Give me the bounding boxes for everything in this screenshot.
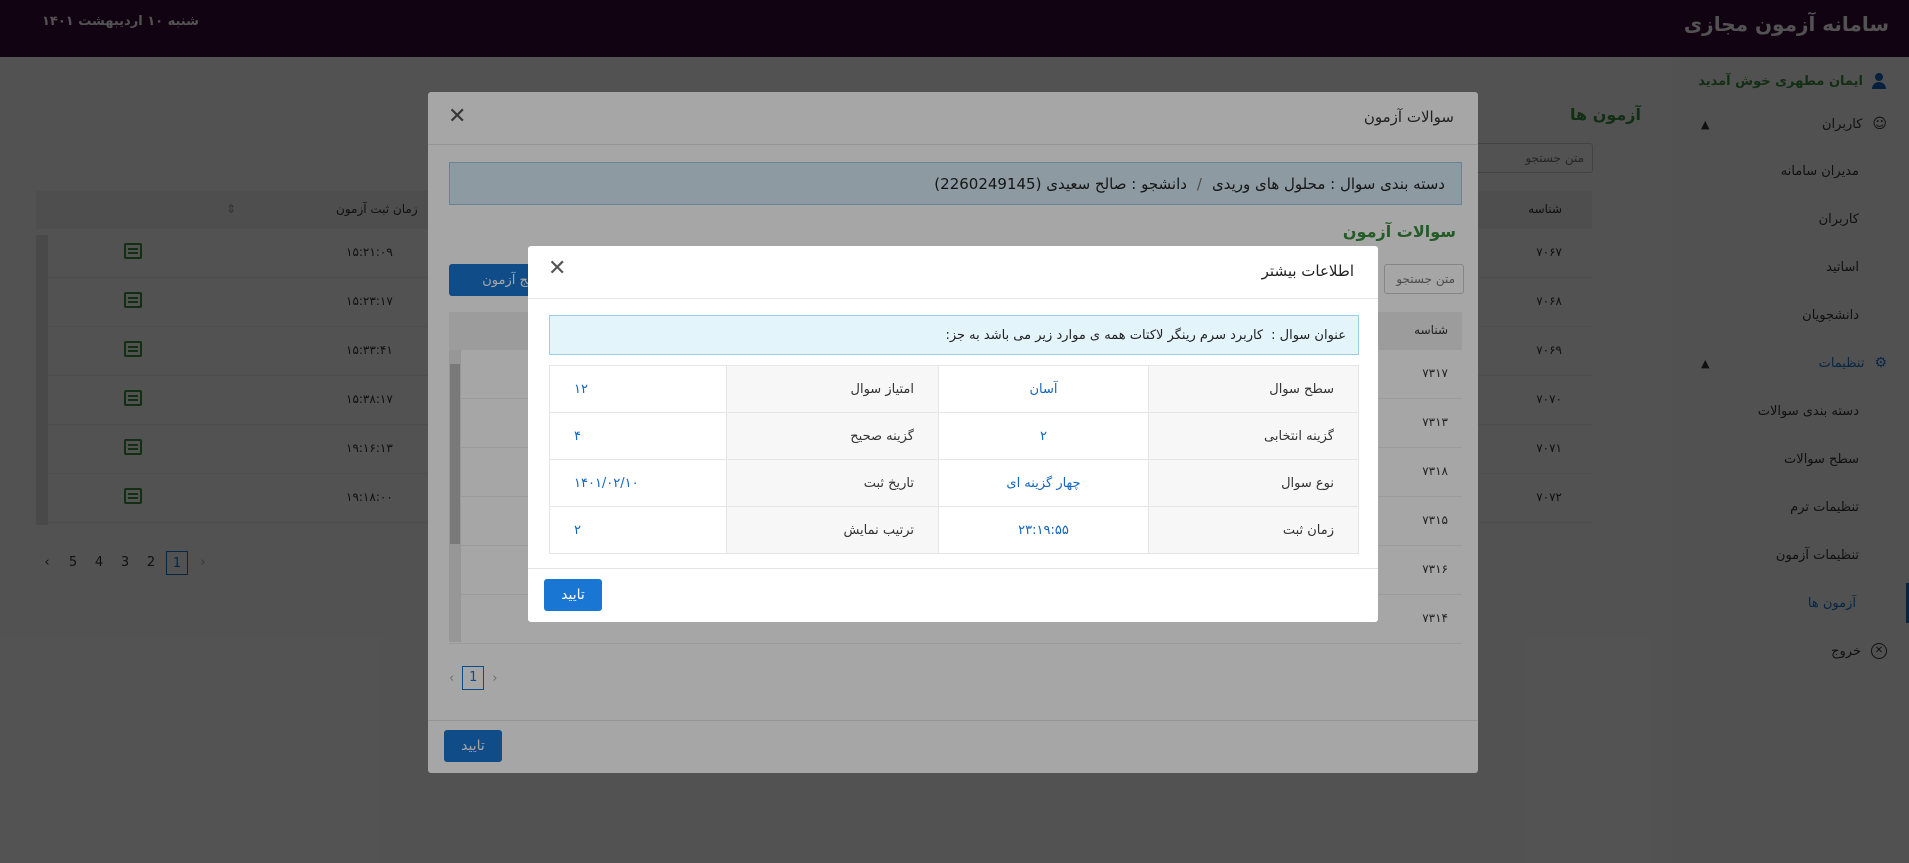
field-label: تاریخ ثبت	[726, 459, 939, 507]
close-icon[interactable]: ✕	[548, 256, 566, 281]
field-value: ۴	[549, 412, 727, 460]
field-value: آسان	[938, 365, 1149, 413]
more-info-modal: اطلاعات بیشتر ✕ عنوان سوال : کاربرد سرم …	[528, 246, 1378, 622]
divider	[528, 568, 1378, 569]
modal-title: اطلاعات بیشتر	[1261, 262, 1354, 280]
field-label: زمان ثبت	[1148, 506, 1359, 554]
field-label: امتیاز سوال	[726, 365, 939, 413]
field-label: گزینه صحیح	[726, 412, 939, 460]
field-value: ۲	[938, 412, 1149, 460]
table-row: گزینه انتخابی ۲ گزینه صحیح ۴	[549, 412, 1359, 460]
table-row: زمان ثبت ۲۳:۱۹:۵۵ ترتیب نمایش ۲	[549, 506, 1359, 554]
confirm-button[interactable]: تایید	[544, 579, 602, 611]
question-title-banner: عنوان سوال : کاربرد سرم رینگر لاکتات همه…	[549, 315, 1359, 355]
field-value: ۱۴۰۱/۰۲/۱۰	[549, 459, 727, 507]
divider	[528, 298, 1378, 299]
question-text: کاربرد سرم رینگر لاکتات همه ی موارد زیر …	[945, 327, 1264, 343]
question-details-table: سطح سوال آسان امتیاز سوال ۱۲ گزینه انتخا…	[549, 365, 1359, 554]
field-value: ۲۳:۱۹:۵۵	[938, 506, 1149, 554]
field-label: گزینه انتخابی	[1148, 412, 1359, 460]
question-label: عنوان سوال :	[1271, 327, 1346, 343]
field-value: چهار گزینه ای	[938, 459, 1149, 507]
field-label: سطح سوال	[1148, 365, 1359, 413]
field-value: ۱۲	[549, 365, 727, 413]
table-row: نوع سوال چهار گزینه ای تاریخ ثبت ۱۴۰۱/۰۲…	[549, 459, 1359, 507]
field-label: نوع سوال	[1148, 459, 1359, 507]
field-label: ترتیب نمایش	[726, 506, 939, 554]
table-row: سطح سوال آسان امتیاز سوال ۱۲	[549, 365, 1359, 413]
field-value: ۲	[549, 506, 727, 554]
